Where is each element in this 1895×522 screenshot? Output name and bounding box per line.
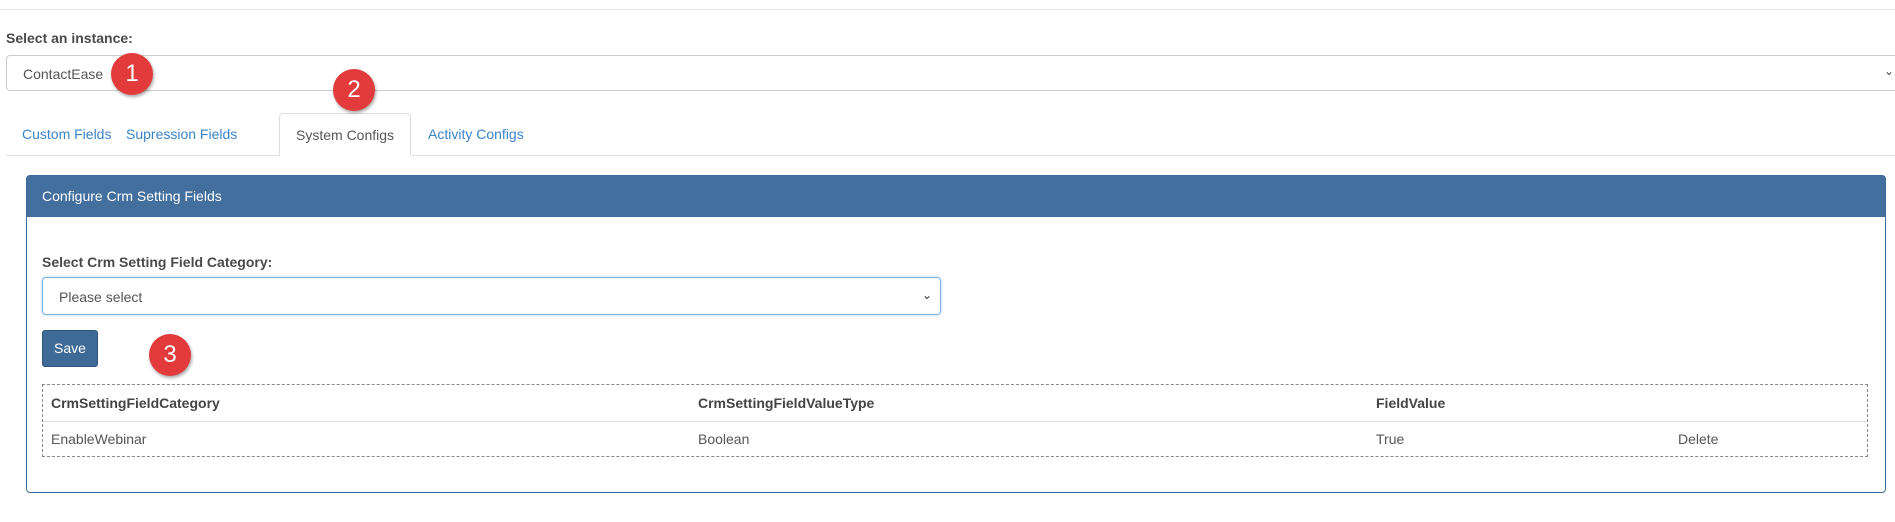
top-divider [0,9,1895,10]
chevron-down-icon: ⌄ [1883,64,1894,78]
cell-value-type: Boolean [698,431,750,447]
panel-title: Configure Crm Setting Fields [27,176,1885,217]
table-row: EnableWebinar Boolean True Delete [43,421,1867,457]
table-header-row: CrmSettingFieldCategory CrmSettingFieldV… [43,385,1867,422]
tab-system-configs[interactable]: System Configs [279,113,412,156]
column-header: CrmSettingFieldCategory [51,395,220,411]
crm-settings-table: CrmSettingFieldCategory CrmSettingFieldV… [42,384,1868,457]
instance-label: Select an instance: [6,30,133,46]
instance-select[interactable]: ContactEase ⌄ [6,55,1895,91]
cell-category: EnableWebinar [51,431,147,447]
tab-activity-configs[interactable]: Activity Configs [412,113,540,155]
column-header: CrmSettingFieldValueType [698,395,875,411]
annotation-marker-2: 2 [333,69,375,111]
column-header: FieldValue [1376,395,1446,411]
chevron-down-icon: ⌄ [921,288,932,302]
category-label: Select Crm Setting Field Category: [42,254,273,270]
instance-selected-value: ContactEase [23,66,104,82]
cell-field-value: True [1376,431,1405,447]
category-selected-value: Please select [59,289,143,305]
annotation-marker-1: 1 [111,53,153,95]
config-tabs: Custom Fields Supression Fields System C… [6,113,1895,156]
delete-link[interactable]: Delete [1678,431,1718,447]
save-button[interactable]: Save [42,330,98,367]
tab-supression-fields[interactable]: Supression Fields [110,113,253,155]
category-select[interactable]: Please select ⌄ [42,277,941,315]
annotation-marker-3: 3 [149,334,191,376]
crm-setting-panel: Configure Crm Setting Fields Select Crm … [26,175,1886,493]
